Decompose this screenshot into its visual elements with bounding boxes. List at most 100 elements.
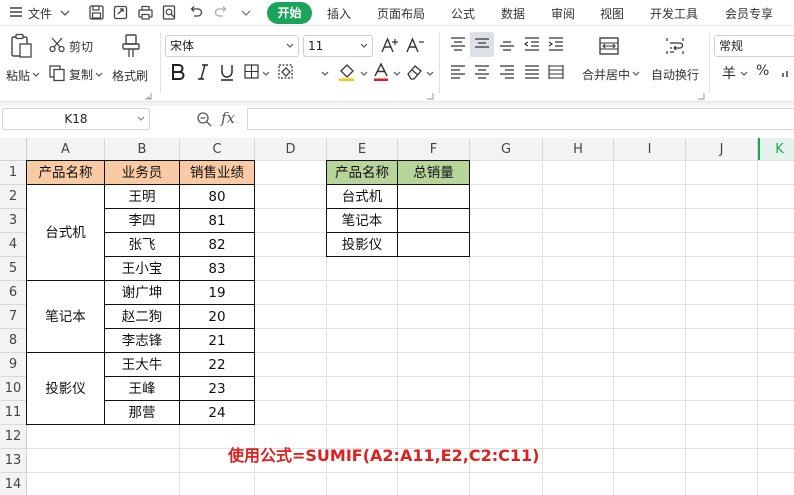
salesperson-cell[interactable]: 赵二狗 — [104, 304, 180, 329]
salesperson-cell[interactable]: 王峰 — [104, 376, 180, 401]
chevron-down-icon[interactable] — [740, 68, 748, 82]
increase-font-icon[interactable] — [380, 36, 400, 57]
currency-format-button[interactable]: 羊 — [722, 63, 736, 83]
salesperson-cell[interactable]: 李四 — [104, 208, 180, 233]
column-header-c[interactable]: C — [180, 138, 255, 161]
row-header-11[interactable]: 11 — [0, 401, 27, 425]
font-name-select[interactable]: 宋体 — [165, 35, 299, 57]
tab-view[interactable]: 视图 — [600, 5, 624, 22]
chevron-down-icon[interactable] — [393, 68, 401, 82]
row-header-9[interactable]: 9 — [0, 353, 27, 377]
tab-review[interactable]: 审阅 — [551, 5, 575, 22]
sales-value-cell[interactable]: 80 — [179, 184, 255, 209]
row-header-14[interactable]: 14 — [0, 473, 27, 495]
column-header-a[interactable]: A — [27, 138, 105, 161]
zoom-search-icon[interactable] — [195, 110, 213, 131]
align-bottom-icon[interactable] — [498, 36, 516, 55]
row-header-4[interactable]: 4 — [0, 233, 27, 257]
row-header-12[interactable]: 12 — [0, 425, 27, 449]
undo-icon[interactable] — [187, 4, 205, 22]
chevron-down-icon[interactable] — [262, 68, 270, 82]
salesperson-cell[interactable]: 那营 — [104, 400, 180, 425]
name-box[interactable]: K18 — [2, 108, 150, 130]
decrease-font-icon[interactable] — [405, 36, 425, 57]
sales-value-cell[interactable]: 22 — [179, 352, 255, 377]
format-painter-icon[interactable] — [120, 33, 142, 62]
function-icon[interactable]: fx — [221, 109, 235, 127]
increase-indent-icon[interactable] — [547, 36, 565, 55]
sales-value-cell[interactable]: 19 — [179, 280, 255, 305]
summary-total-cell[interactable] — [397, 232, 470, 257]
sales-value-cell[interactable]: 24 — [179, 400, 255, 425]
copy-button[interactable]: 复制 — [69, 66, 93, 83]
column-header-i[interactable]: I — [614, 138, 686, 161]
row-header-1[interactable]: 1 — [0, 161, 27, 185]
salesperson-cell[interactable]: 王大牛 — [104, 352, 180, 377]
merge-center-icon[interactable] — [598, 36, 620, 59]
column-header-k[interactable]: K — [758, 138, 794, 161]
export-icon[interactable] — [112, 4, 130, 22]
column-header-e[interactable]: E — [327, 138, 398, 161]
number-format-select[interactable]: 常规 — [714, 35, 794, 57]
print-preview-icon[interactable] — [161, 4, 179, 22]
table2-header-cell[interactable]: 产品名称 — [326, 160, 398, 185]
chevron-down-icon[interactable] — [95, 69, 103, 83]
chevron-down-icon[interactable] — [632, 68, 640, 82]
table1-header-cell[interactable]: 销售业绩 — [179, 160, 255, 185]
column-header-b[interactable]: B — [105, 138, 180, 161]
salesperson-cell[interactable]: 张飞 — [104, 232, 180, 257]
align-middle-icon[interactable] — [470, 32, 494, 57]
align-center-icon[interactable] — [473, 64, 491, 83]
summary-product-cell[interactable]: 台式机 — [326, 184, 398, 209]
row-header-10[interactable]: 10 — [0, 377, 27, 401]
spreadsheet-grid[interactable]: ABCDEFGHIJK 1 2 3 4 5 6 7 8 9 10 11 12 13 14 产品名称 业务员销… — [0, 138, 794, 495]
chevron-down-icon[interactable] — [32, 69, 40, 83]
chevron-down-icon[interactable] — [360, 68, 368, 82]
font-size-select[interactable]: 11 — [303, 35, 373, 57]
tab-developer[interactable]: 开发工具 — [650, 5, 698, 22]
tab-member[interactable]: 会员专享 — [725, 5, 773, 22]
paint-bucket-icon[interactable] — [337, 62, 357, 85]
redo-icon[interactable] — [213, 4, 231, 22]
sales-value-cell[interactable]: 20 — [179, 304, 255, 329]
row-header-3[interactable]: 3 — [0, 209, 27, 233]
cut-button[interactable]: 剪切 — [69, 38, 93, 55]
row-header-2[interactable]: 2 — [0, 185, 27, 209]
column-header-j[interactable]: J — [686, 138, 758, 161]
tab-data[interactable]: 数据 — [501, 5, 525, 22]
column-header-g[interactable]: G — [470, 138, 543, 161]
summary-product-cell[interactable]: 笔记本 — [326, 208, 398, 233]
paste-button[interactable]: 粘贴 — [6, 67, 30, 84]
row-header-8[interactable]: 8 — [0, 329, 27, 353]
italic-icon[interactable] — [196, 63, 210, 84]
column-header-h[interactable]: H — [543, 138, 614, 161]
salesperson-cell[interactable]: 李志锋 — [104, 328, 180, 353]
row-header-6[interactable]: 6 — [0, 281, 27, 305]
align-top-icon[interactable] — [449, 36, 467, 55]
tab-home[interactable]: 开始 — [267, 2, 312, 24]
product-group-cell[interactable]: 笔记本 — [26, 280, 105, 353]
summary-total-cell[interactable] — [397, 184, 470, 209]
file-menu[interactable]: 文件 — [28, 5, 52, 22]
table1-header-cell[interactable]: 产品名称 — [26, 160, 105, 185]
paste-icon[interactable] — [9, 33, 33, 62]
save-icon[interactable] — [88, 4, 106, 22]
font-color-icon[interactable] — [372, 62, 390, 85]
sales-value-cell[interactable]: 23 — [179, 376, 255, 401]
sales-value-cell[interactable]: 83 — [179, 256, 255, 281]
sales-value-cell[interactable]: 21 — [179, 328, 255, 353]
chevron-down-icon[interactable] — [240, 5, 258, 23]
percent-format-button[interactable]: % — [756, 63, 769, 79]
tab-formulas[interactable]: 公式 — [451, 5, 475, 22]
format-painter-button[interactable]: 格式刷 — [112, 67, 148, 84]
eraser-icon[interactable] — [405, 63, 425, 84]
align-right-icon[interactable] — [498, 64, 516, 83]
decrease-indent-icon[interactable] — [523, 36, 541, 55]
hamburger-menu-icon[interactable] — [8, 4, 26, 22]
sales-value-cell[interactable]: 82 — [179, 232, 255, 257]
wrap-text-button[interactable]: 自动换行 — [651, 66, 699, 83]
wrap-text-icon[interactable] — [664, 36, 686, 59]
print-icon[interactable] — [137, 4, 155, 22]
salesperson-cell[interactable]: 王明 — [104, 184, 180, 209]
salesperson-cell[interactable]: 王小宝 — [104, 256, 180, 281]
